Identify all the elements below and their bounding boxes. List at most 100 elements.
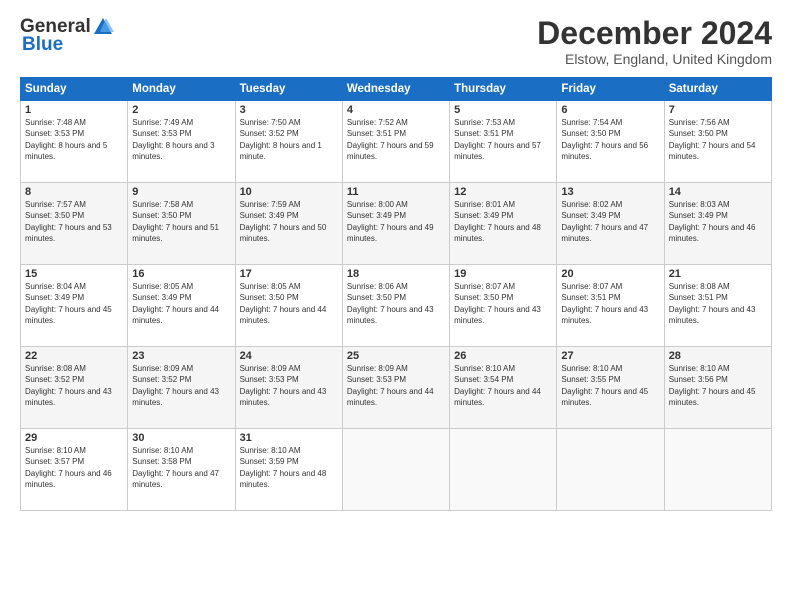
day-cell bbox=[450, 429, 557, 511]
day-number: 13 bbox=[561, 186, 659, 198]
day-number: 25 bbox=[347, 350, 445, 362]
day-number: 16 bbox=[132, 268, 230, 280]
day-number: 1 bbox=[25, 104, 123, 116]
day-info: Sunrise: 8:08 AMSunset: 3:52 PMDaylight:… bbox=[25, 363, 123, 408]
day-number: 27 bbox=[561, 350, 659, 362]
day-cell: 13 Sunrise: 8:02 AMSunset: 3:49 PMDaylig… bbox=[557, 183, 664, 265]
weekday-header-thursday: Thursday bbox=[450, 78, 557, 101]
day-cell: 25 Sunrise: 8:09 AMSunset: 3:53 PMDaylig… bbox=[342, 347, 449, 429]
day-info: Sunrise: 7:54 AMSunset: 3:50 PMDaylight:… bbox=[561, 117, 659, 162]
day-cell: 11 Sunrise: 8:00 AMSunset: 3:49 PMDaylig… bbox=[342, 183, 449, 265]
day-cell: 16 Sunrise: 8:05 AMSunset: 3:49 PMDaylig… bbox=[128, 265, 235, 347]
day-number: 22 bbox=[25, 350, 123, 362]
weekday-header-tuesday: Tuesday bbox=[235, 78, 342, 101]
day-cell: 28 Sunrise: 8:10 AMSunset: 3:56 PMDaylig… bbox=[664, 347, 771, 429]
day-cell: 31 Sunrise: 8:10 AMSunset: 3:59 PMDaylig… bbox=[235, 429, 342, 511]
day-cell: 23 Sunrise: 8:09 AMSunset: 3:52 PMDaylig… bbox=[128, 347, 235, 429]
day-info: Sunrise: 7:59 AMSunset: 3:49 PMDaylight:… bbox=[240, 199, 338, 244]
weekday-header-monday: Monday bbox=[128, 78, 235, 101]
day-cell: 9 Sunrise: 7:58 AMSunset: 3:50 PMDayligh… bbox=[128, 183, 235, 265]
location: Elstow, England, United Kingdom bbox=[537, 51, 772, 67]
header: General Blue December 2024 Elstow, Engla… bbox=[20, 16, 772, 67]
day-number: 26 bbox=[454, 350, 552, 362]
day-cell: 1 Sunrise: 7:48 AMSunset: 3:53 PMDayligh… bbox=[21, 101, 128, 183]
day-cell: 5 Sunrise: 7:53 AMSunset: 3:51 PMDayligh… bbox=[450, 101, 557, 183]
day-info: Sunrise: 8:10 AMSunset: 3:59 PMDaylight:… bbox=[240, 445, 338, 490]
logo-icon bbox=[92, 16, 114, 38]
title-block: December 2024 Elstow, England, United Ki… bbox=[537, 16, 772, 67]
day-cell: 27 Sunrise: 8:10 AMSunset: 3:55 PMDaylig… bbox=[557, 347, 664, 429]
day-cell: 26 Sunrise: 8:10 AMSunset: 3:54 PMDaylig… bbox=[450, 347, 557, 429]
day-cell: 17 Sunrise: 8:05 AMSunset: 3:50 PMDaylig… bbox=[235, 265, 342, 347]
weekday-header-row: SundayMondayTuesdayWednesdayThursdayFrid… bbox=[21, 78, 772, 101]
day-number: 5 bbox=[454, 104, 552, 116]
day-number: 23 bbox=[132, 350, 230, 362]
day-cell bbox=[342, 429, 449, 511]
day-cell: 21 Sunrise: 8:08 AMSunset: 3:51 PMDaylig… bbox=[664, 265, 771, 347]
month-title: December 2024 bbox=[537, 16, 772, 51]
day-number: 11 bbox=[347, 186, 445, 198]
day-info: Sunrise: 8:10 AMSunset: 3:55 PMDaylight:… bbox=[561, 363, 659, 408]
day-number: 18 bbox=[347, 268, 445, 280]
day-cell: 2 Sunrise: 7:49 AMSunset: 3:53 PMDayligh… bbox=[128, 101, 235, 183]
day-number: 10 bbox=[240, 186, 338, 198]
day-info: Sunrise: 8:07 AMSunset: 3:51 PMDaylight:… bbox=[561, 281, 659, 326]
day-cell: 22 Sunrise: 8:08 AMSunset: 3:52 PMDaylig… bbox=[21, 347, 128, 429]
day-number: 30 bbox=[132, 432, 230, 444]
day-number: 21 bbox=[669, 268, 767, 280]
day-info: Sunrise: 7:58 AMSunset: 3:50 PMDaylight:… bbox=[132, 199, 230, 244]
day-info: Sunrise: 8:01 AMSunset: 3:49 PMDaylight:… bbox=[454, 199, 552, 244]
day-info: Sunrise: 8:02 AMSunset: 3:49 PMDaylight:… bbox=[561, 199, 659, 244]
day-number: 15 bbox=[25, 268, 123, 280]
day-cell: 12 Sunrise: 8:01 AMSunset: 3:49 PMDaylig… bbox=[450, 183, 557, 265]
day-cell: 3 Sunrise: 7:50 AMSunset: 3:52 PMDayligh… bbox=[235, 101, 342, 183]
day-cell: 6 Sunrise: 7:54 AMSunset: 3:50 PMDayligh… bbox=[557, 101, 664, 183]
day-cell: 10 Sunrise: 7:59 AMSunset: 3:49 PMDaylig… bbox=[235, 183, 342, 265]
day-number: 6 bbox=[561, 104, 659, 116]
day-cell: 8 Sunrise: 7:57 AMSunset: 3:50 PMDayligh… bbox=[21, 183, 128, 265]
day-cell: 4 Sunrise: 7:52 AMSunset: 3:51 PMDayligh… bbox=[342, 101, 449, 183]
weekday-header-saturday: Saturday bbox=[664, 78, 771, 101]
day-number: 31 bbox=[240, 432, 338, 444]
day-cell bbox=[557, 429, 664, 511]
day-info: Sunrise: 7:52 AMSunset: 3:51 PMDaylight:… bbox=[347, 117, 445, 162]
day-info: Sunrise: 8:10 AMSunset: 3:57 PMDaylight:… bbox=[25, 445, 123, 490]
day-number: 9 bbox=[132, 186, 230, 198]
day-cell: 15 Sunrise: 8:04 AMSunset: 3:49 PMDaylig… bbox=[21, 265, 128, 347]
weekday-header-wednesday: Wednesday bbox=[342, 78, 449, 101]
day-cell: 24 Sunrise: 8:09 AMSunset: 3:53 PMDaylig… bbox=[235, 347, 342, 429]
day-number: 12 bbox=[454, 186, 552, 198]
day-cell: 19 Sunrise: 8:07 AMSunset: 3:50 PMDaylig… bbox=[450, 265, 557, 347]
day-cell: 29 Sunrise: 8:10 AMSunset: 3:57 PMDaylig… bbox=[21, 429, 128, 511]
day-number: 7 bbox=[669, 104, 767, 116]
weekday-header-sunday: Sunday bbox=[21, 78, 128, 101]
day-info: Sunrise: 8:10 AMSunset: 3:58 PMDaylight:… bbox=[132, 445, 230, 490]
day-cell: 20 Sunrise: 8:07 AMSunset: 3:51 PMDaylig… bbox=[557, 265, 664, 347]
weekday-header-friday: Friday bbox=[557, 78, 664, 101]
day-info: Sunrise: 8:04 AMSunset: 3:49 PMDaylight:… bbox=[25, 281, 123, 326]
logo: General Blue bbox=[20, 16, 115, 56]
calendar-table: SundayMondayTuesdayWednesdayThursdayFrid… bbox=[20, 77, 772, 511]
day-number: 8 bbox=[25, 186, 123, 198]
day-number: 20 bbox=[561, 268, 659, 280]
calendar-page: General Blue December 2024 Elstow, Engla… bbox=[0, 0, 792, 612]
day-info: Sunrise: 8:10 AMSunset: 3:56 PMDaylight:… bbox=[669, 363, 767, 408]
day-info: Sunrise: 8:08 AMSunset: 3:51 PMDaylight:… bbox=[669, 281, 767, 326]
day-number: 24 bbox=[240, 350, 338, 362]
day-number: 28 bbox=[669, 350, 767, 362]
day-cell: 18 Sunrise: 8:06 AMSunset: 3:50 PMDaylig… bbox=[342, 265, 449, 347]
day-number: 19 bbox=[454, 268, 552, 280]
day-cell: 30 Sunrise: 8:10 AMSunset: 3:58 PMDaylig… bbox=[128, 429, 235, 511]
week-row-1: 1 Sunrise: 7:48 AMSunset: 3:53 PMDayligh… bbox=[21, 101, 772, 183]
day-info: Sunrise: 7:50 AMSunset: 3:52 PMDaylight:… bbox=[240, 117, 338, 162]
day-info: Sunrise: 8:05 AMSunset: 3:50 PMDaylight:… bbox=[240, 281, 338, 326]
day-info: Sunrise: 8:07 AMSunset: 3:50 PMDaylight:… bbox=[454, 281, 552, 326]
day-number: 2 bbox=[132, 104, 230, 116]
day-info: Sunrise: 8:09 AMSunset: 3:53 PMDaylight:… bbox=[240, 363, 338, 408]
day-info: Sunrise: 7:57 AMSunset: 3:50 PMDaylight:… bbox=[25, 199, 123, 244]
day-info: Sunrise: 8:00 AMSunset: 3:49 PMDaylight:… bbox=[347, 199, 445, 244]
day-info: Sunrise: 7:53 AMSunset: 3:51 PMDaylight:… bbox=[454, 117, 552, 162]
day-number: 4 bbox=[347, 104, 445, 116]
week-row-2: 8 Sunrise: 7:57 AMSunset: 3:50 PMDayligh… bbox=[21, 183, 772, 265]
day-info: Sunrise: 7:56 AMSunset: 3:50 PMDaylight:… bbox=[669, 117, 767, 162]
